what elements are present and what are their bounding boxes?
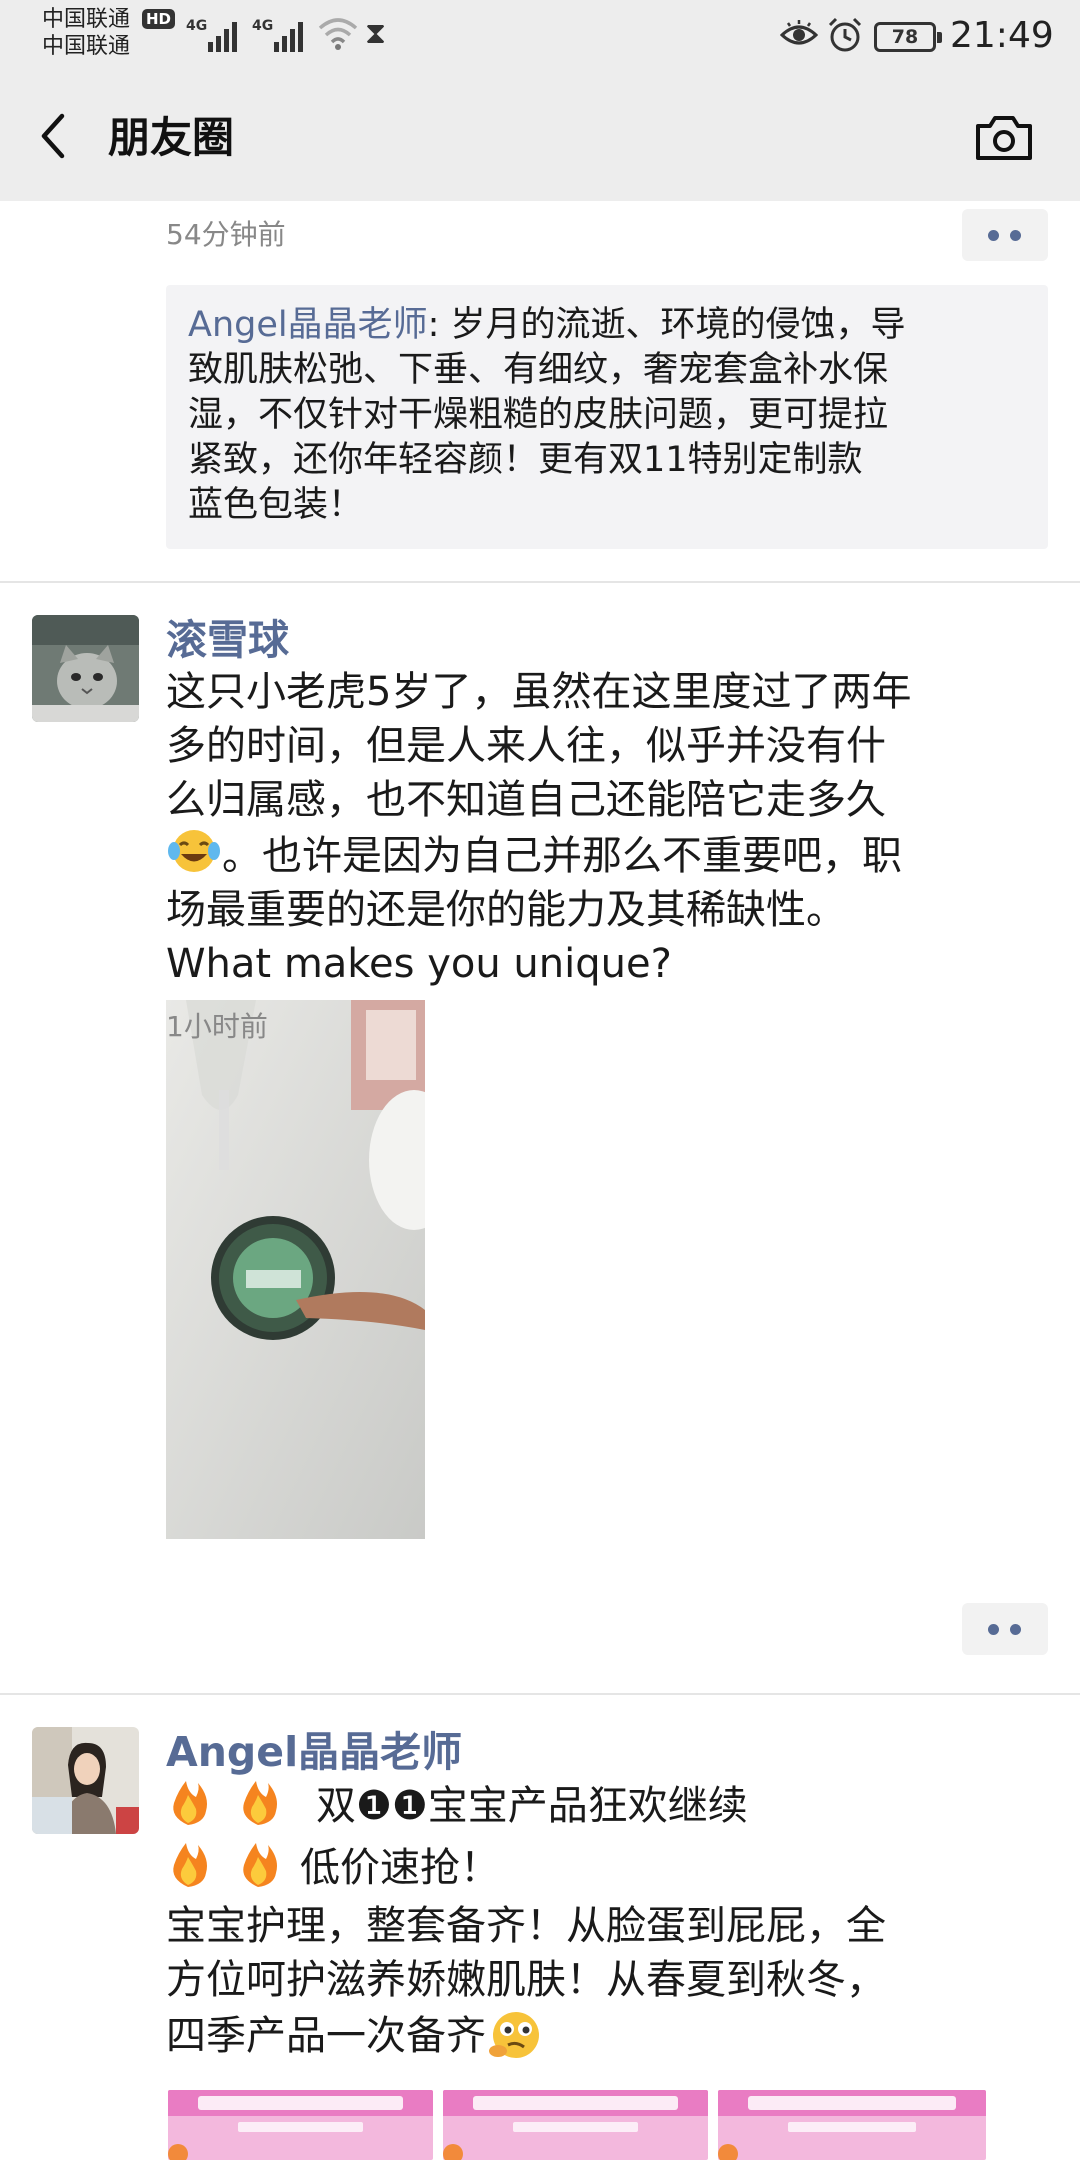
post-image-thumb[interactable] bbox=[718, 2090, 986, 2160]
comment-author[interactable]: Angel晶晶老师 bbox=[188, 305, 428, 345]
promo-banner-image bbox=[718, 2090, 986, 2160]
cat-avatar-image bbox=[32, 615, 139, 722]
post-text-line: 方位呵护滋养娇嫩肌肤！从春夏到秋冬， bbox=[166, 1957, 886, 2003]
carrier-names: 中国联通 中国联通 bbox=[42, 6, 130, 60]
thinking-face-emoji-icon bbox=[489, 2012, 539, 2058]
comment-line: 湿，不仅针对干燥粗糙的皮肤问题，更可提拉 bbox=[188, 395, 889, 435]
battery-level: 78 bbox=[891, 26, 919, 48]
post-text-line: 低价速抢！ bbox=[300, 1845, 500, 1891]
post-image-thumb[interactable] bbox=[443, 2090, 708, 2160]
dot-icon bbox=[1010, 230, 1021, 241]
post-text-line: 多的时间，但是人来人往，似乎并没有什 bbox=[166, 723, 886, 769]
comment-separator: : bbox=[427, 305, 440, 345]
hologram-sticker-photo bbox=[166, 1000, 425, 1539]
moments-feed[interactable]: 54分钟前 Angel晶晶老师: 岁月的流逝、环境的侵蚀，导 致肌肤松弛、下垂、… bbox=[0, 201, 1080, 2160]
comment-box[interactable]: Angel晶晶老师: 岁月的流逝、环境的侵蚀，导 致肌肤松弛、下垂、有细纹，奢宠… bbox=[166, 285, 1048, 549]
signal-2-label: 4G bbox=[252, 18, 274, 34]
camera-icon bbox=[976, 116, 1032, 160]
signal-2-icon: 4G bbox=[252, 18, 304, 52]
dot-icon bbox=[988, 230, 999, 241]
chevron-left-icon bbox=[41, 113, 65, 159]
comment-line: 致肌肤松弛、下垂、有细纹，奢宠套盒补水保 bbox=[188, 350, 889, 390]
post-image-thumb[interactable] bbox=[168, 2090, 433, 2160]
post-text: 这只小老虎5岁了，虽然在这里度过了两年 多的时间，但是人来人往，似乎并没有什 么… bbox=[166, 665, 1048, 991]
moment-post: Angel晶晶老师 双❶❶宝宝产品狂欢继续 低价速抢！ 宝宝护理，整套备齐！从脸… bbox=[0, 1693, 1080, 2160]
comment-line: 蓝色包装！ bbox=[188, 485, 364, 525]
post-author[interactable]: Angel晶晶老师 bbox=[166, 1726, 462, 1778]
signal-1-icon: 4G bbox=[186, 18, 238, 52]
more-actions-button[interactable] bbox=[962, 1603, 1048, 1655]
post-text-line: 么归属感，也不知道自己还能陪它走多久 bbox=[166, 777, 886, 823]
post-time: 54分钟前 bbox=[166, 218, 286, 251]
moment-post: 滚雪球 这只小老虎5岁了，虽然在这里度过了两年 多的时间，但是人来人往，似乎并没… bbox=[0, 581, 1080, 1695]
hd-badge: HD bbox=[142, 9, 176, 29]
camera-button[interactable] bbox=[972, 110, 1036, 166]
dot-icon bbox=[988, 1624, 999, 1635]
comment-line: 岁月的流逝、环境的侵蚀，导 bbox=[439, 305, 906, 345]
post-text: 双❶❶宝宝产品狂欢继续 低价速抢！ 宝宝护理，整套备齐！从脸蛋到屁屁，全 方位呵… bbox=[166, 1775, 1048, 2063]
fire-emoji-icon bbox=[173, 1843, 277, 1887]
post-text-line: 。也许是因为自己并那么不重要吧，职 bbox=[222, 833, 902, 879]
avatar[interactable] bbox=[32, 1727, 139, 1834]
dot-icon bbox=[1010, 1624, 1021, 1635]
post-text-line: 双❶❶宝宝产品狂欢继续 bbox=[316, 1783, 748, 1829]
hourglass-icon: ⧗ bbox=[365, 16, 387, 51]
post-author[interactable]: 滚雪球 bbox=[166, 614, 289, 666]
fire-emoji-icon bbox=[173, 1781, 277, 1825]
carrier-1: 中国联通 bbox=[42, 7, 131, 32]
promo-banner-image bbox=[168, 2090, 433, 2160]
post-text-line: What makes you unique? bbox=[166, 941, 672, 987]
tears-of-joy-emoji-icon bbox=[168, 830, 220, 872]
comment-line: 紧致，还你年轻容颜！更有双11特别定制款 bbox=[188, 440, 863, 480]
page-title: 朋友圈 bbox=[108, 113, 235, 162]
title-bar: 朋友圈 bbox=[0, 68, 1080, 201]
post-time: 1小时前 bbox=[166, 1010, 268, 1043]
avatar[interactable] bbox=[32, 615, 139, 722]
more-actions-button[interactable] bbox=[962, 209, 1048, 261]
back-button[interactable] bbox=[30, 108, 80, 164]
post-photo[interactable] bbox=[166, 1000, 425, 1539]
post-text-line: 这只小老虎5岁了，虽然在这里度过了两年 bbox=[166, 669, 912, 715]
status-time: 21:49 bbox=[950, 15, 1054, 56]
status-bar: 中国联通 中国联通 HD 4G 4G ⧗ 78 21:49 bbox=[0, 0, 1080, 68]
post-text-line: 宝宝护理，整套备齐！从脸蛋到屁屁，全 bbox=[166, 1903, 886, 1949]
wifi-icon bbox=[318, 18, 358, 50]
battery-icon: 78 bbox=[874, 22, 942, 52]
post-text-line: 四季产品一次备齐 bbox=[166, 2013, 486, 2059]
moment-post: 54分钟前 Angel晶晶老师: 岁月的流逝、环境的侵蚀，导 致肌肤松弛、下垂、… bbox=[0, 201, 1080, 583]
promo-banner-image bbox=[443, 2090, 708, 2160]
post-text-line: 场最重要的还是你的能力及其稀缺性。 bbox=[166, 887, 846, 933]
signal-1-label: 4G bbox=[186, 18, 208, 34]
woman-avatar-image bbox=[32, 1727, 139, 1834]
eye-comfort-icon bbox=[780, 20, 818, 45]
carrier-2: 中国联通 bbox=[42, 34, 131, 59]
alarm-icon bbox=[828, 17, 862, 52]
